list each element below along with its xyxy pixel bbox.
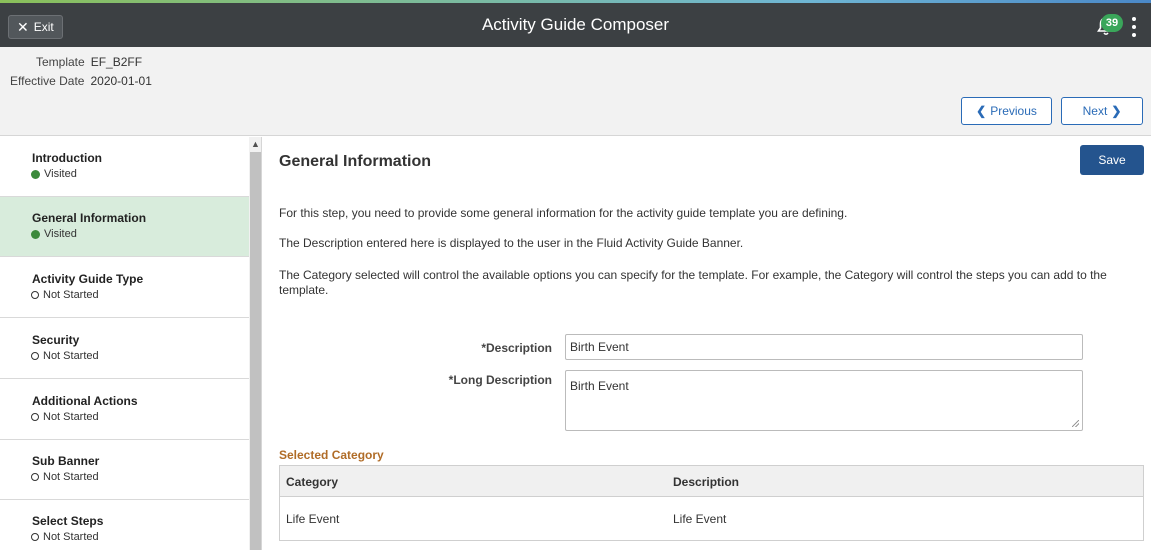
next-label: Next [1082,104,1108,118]
effective-date-label: Effective Date [10,74,85,88]
step-status-text: Visited [44,228,77,240]
template-value: EF_B2FF [90,55,143,69]
app-title: Activity Guide Composer [481,15,670,34]
not-started-circle-icon [31,473,39,481]
description-input[interactable]: Birth Event [565,334,1083,360]
chevron-left-icon: ❮ [976,104,987,118]
step-status-text: Not Started [43,350,99,362]
step-status: Not Started [31,471,249,483]
save-button[interactable]: Save [1080,145,1144,175]
step-status-text: Not Started [43,289,99,301]
instruction-paragraph: The Description entered here is displaye… [279,236,744,250]
instruction-paragraph: For this step, you need to provide some … [279,206,848,220]
step-status-text: Visited [44,168,77,180]
long-description-textarea[interactable]: Birth Event [565,370,1083,431]
category-cell: Life Event [286,512,340,526]
template-info: Template EF_B2FF [36,55,142,69]
chevron-right-icon: ❯ [1111,104,1122,118]
effective-date-info: Effective Date 2020-01-01 [10,74,152,88]
step-status: Visited [31,228,249,240]
template-label: Template [36,55,85,69]
step-activity-guide-type[interactable]: Activity Guide Type Not Started [0,258,249,318]
step-title: Security [32,333,80,347]
step-sub-banner[interactable]: Sub Banner Not Started [0,440,249,500]
more-options-icon[interactable] [1131,17,1137,37]
step-status-text: Not Started [43,411,99,423]
step-title: Additional Actions [32,394,138,408]
step-general-information[interactable]: General Information Visited [0,197,249,257]
column-header-category: Category [286,475,339,489]
step-security[interactable]: Security Not Started [0,319,249,379]
column-header-description: Description [673,475,740,489]
selected-category-title: Selected Category [279,448,384,462]
step-status-text: Not Started [43,531,99,543]
step-status: Not Started [31,350,249,362]
step-status-text: Not Started [43,471,99,483]
not-started-circle-icon [31,352,39,360]
not-started-circle-icon [31,291,39,299]
step-status: Visited [31,168,249,180]
not-started-circle-icon [31,533,39,541]
sidebar-scrollbar[interactable]: ▲ [249,137,261,550]
step-status: Not Started [31,289,249,301]
category-grid: Category Description Life Event Life Eve… [279,465,1144,541]
instruction-paragraph: The Category selected will control the a… [279,268,1107,297]
step-status: Not Started [31,411,249,423]
visited-dot-icon [31,229,40,239]
effective-date-value: 2020-01-01 [90,74,152,88]
visited-dot-icon [31,169,40,179]
long-description-label: *Long Description [448,373,552,387]
previous-label: Previous [990,104,1037,118]
table-row[interactable]: Life Event Life Event [280,497,1143,540]
notification-badge[interactable]: 39 [1101,14,1123,32]
step-additional-actions[interactable]: Additional Actions Not Started [0,380,249,440]
page-title: General Information [279,153,432,170]
previous-button[interactable]: ❮ Previous [961,97,1052,125]
next-button[interactable]: Next ❯ [1061,97,1143,125]
top-bar: ✕ Exit Activity Guide Composer 39 [0,0,1151,47]
not-started-circle-icon [31,413,39,421]
step-title: Activity Guide Type [32,272,144,286]
step-select-steps[interactable]: Select Steps Not Started [0,500,249,550]
main-content: General Information Save For this step, … [263,137,1151,550]
step-status: Not Started [31,531,249,543]
long-description-value: Birth Event [570,379,629,393]
step-title: Introduction [32,151,102,165]
description-cell: Life Event [673,512,727,526]
resize-grip-icon[interactable] [1072,420,1079,427]
steps-sidebar: Introduction Visited General Information… [0,137,262,550]
grid-header-row: Category Description [280,466,1143,497]
scroll-up-arrow-icon[interactable]: ▲ [251,139,260,149]
description-label: *Description [481,341,552,355]
template-header: Template EF_B2FF Effective Date 2020-01-01… [0,47,1151,136]
step-title: Select Steps [32,514,104,528]
scroll-thumb[interactable] [250,152,261,550]
step-introduction[interactable]: Introduction Visited [0,137,249,197]
step-title: Sub Banner [32,454,100,468]
step-title: General Information [32,211,147,225]
